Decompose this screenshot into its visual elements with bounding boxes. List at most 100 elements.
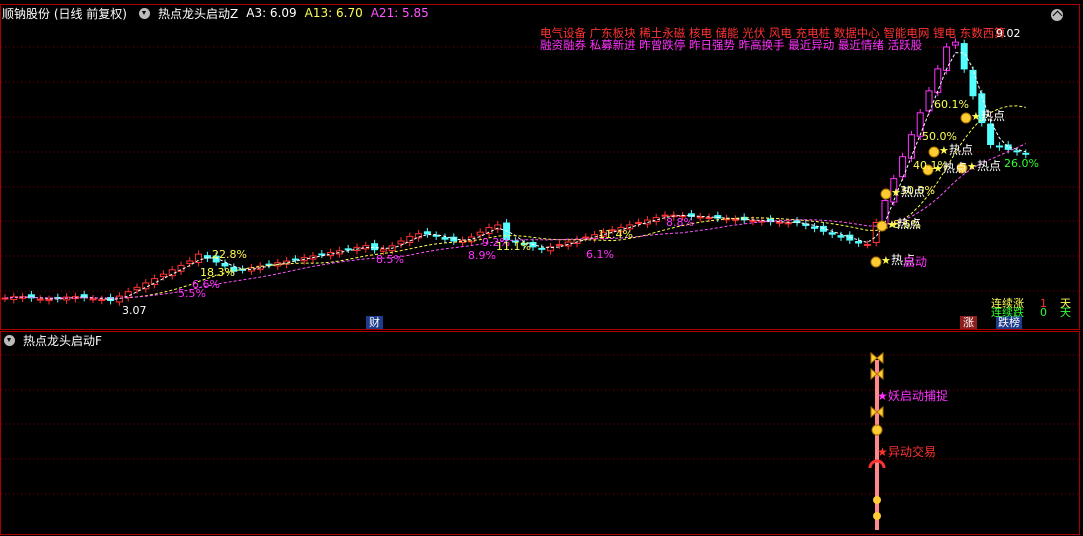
pct-label: 50.0% xyxy=(922,130,957,143)
start-label: 启动 xyxy=(903,255,928,269)
candle-body xyxy=(159,273,167,278)
hot-label: 热点 xyxy=(897,217,922,231)
ball-icon xyxy=(873,512,881,520)
candle-body xyxy=(635,222,643,224)
chevron-down-icon[interactable] xyxy=(4,334,15,346)
sub-indicator-title[interactable]: 热点龙头启动F xyxy=(23,332,102,349)
candle-body xyxy=(1013,150,1021,153)
candle-body xyxy=(1022,152,1030,155)
candle-body xyxy=(45,298,53,302)
candle-body xyxy=(995,145,1003,148)
candle-body xyxy=(441,237,449,240)
star-icon: ★ xyxy=(891,186,901,199)
candle-body xyxy=(987,123,995,146)
candle-body xyxy=(811,226,819,229)
coin-icon xyxy=(880,188,892,200)
pct-label: 6.1% xyxy=(586,248,614,261)
sub-chart-header: 热点龙头启动F xyxy=(0,331,102,349)
candle-body xyxy=(899,156,907,178)
coin-icon xyxy=(960,112,972,124)
hot-label: 热点 xyxy=(981,109,1006,123)
candle-body xyxy=(934,68,942,93)
ball-icon xyxy=(873,496,881,504)
chevron-down-icon[interactable] xyxy=(139,7,150,19)
candle-body xyxy=(89,298,97,301)
price-max-label: 9.02 xyxy=(996,27,1021,40)
pct-label: 11.4% xyxy=(598,228,633,241)
concept-tags-line2: 融资融券 私募新进 昨曾跌停 昨日强势 昨高换手 最近异动 最近情绪 活跃股 xyxy=(540,38,923,52)
candle-body xyxy=(731,218,739,221)
star-icon: ★ xyxy=(887,218,897,231)
candle-body xyxy=(291,258,299,261)
candle-body xyxy=(784,222,792,225)
candle-body xyxy=(344,248,352,251)
candle-body xyxy=(133,286,141,291)
streak-down-label: 连续跌 xyxy=(991,306,1024,319)
candle-body xyxy=(775,221,783,224)
streak-down-count: 0 xyxy=(1040,306,1047,319)
candle-body xyxy=(855,241,863,244)
streak-down-unit: 天 xyxy=(1060,306,1071,319)
badge-zhang[interactable]: 涨 xyxy=(960,316,977,329)
star-icon: ★ xyxy=(877,389,888,403)
candle-body xyxy=(98,299,106,302)
pct-label: 8.5% xyxy=(376,253,404,266)
candle-body xyxy=(943,46,951,71)
indicator-title[interactable]: 热点龙头启动Z xyxy=(158,5,238,22)
candle-body xyxy=(696,216,704,219)
pct-label: 11.1% xyxy=(496,240,531,253)
hot-label: 热点 xyxy=(949,143,974,157)
pct-label: 22.8% xyxy=(212,248,247,261)
star-icon: ★ xyxy=(877,445,888,459)
candle-body xyxy=(837,235,845,238)
ma13-line xyxy=(4,105,1026,299)
pct-label: 8.9% xyxy=(468,249,496,262)
ma-a3-readout: A3: 6.09 xyxy=(246,6,297,20)
main-chart-header: 顺钠股份 (日线 前复权) 热点龙头启动Z A3: 6.09 A13: 6.70… xyxy=(0,4,429,22)
candle-body xyxy=(828,232,836,235)
sub-panel-border xyxy=(0,331,1080,535)
candle-body xyxy=(555,243,563,246)
ma-a13-readout: A13: 6.70 xyxy=(304,6,363,20)
candle-body xyxy=(186,260,194,264)
candle-body xyxy=(951,41,959,46)
candle-body xyxy=(705,217,713,220)
hot-label: 热点 xyxy=(901,185,926,199)
coin-icon xyxy=(870,256,882,268)
pct-label: 8.8% xyxy=(666,216,694,229)
star-icon: ★ xyxy=(971,110,981,123)
hot-label: 热点 xyxy=(943,161,968,175)
candle-body xyxy=(476,231,484,236)
candle-body xyxy=(925,90,933,112)
candle-body xyxy=(538,247,546,250)
candle-body xyxy=(423,231,431,235)
candle-body xyxy=(371,243,379,251)
candle-body xyxy=(863,243,871,246)
candle-body xyxy=(397,240,405,245)
window-control-icon[interactable] xyxy=(1051,9,1063,21)
star-icon: ★ xyxy=(933,162,943,175)
coin-icon xyxy=(876,220,888,232)
stock-title: 顺钠股份 (日线 前复权) xyxy=(2,6,127,21)
sub-label-catch: 妖启动捕捉 xyxy=(888,389,949,403)
candle-body xyxy=(415,233,423,239)
ma21-line xyxy=(4,143,1027,299)
star-icon: ★ xyxy=(939,144,949,157)
ma-a21-readout: A21: 5.85 xyxy=(370,6,429,20)
star-icon: ★ xyxy=(881,254,891,267)
coin-icon xyxy=(928,146,940,158)
pct-label: 60.1% xyxy=(934,98,969,111)
sub-label-abnormal: 异动交易 xyxy=(888,445,937,459)
coin-icon xyxy=(871,424,883,436)
hot-label: 热点 xyxy=(977,159,1002,173)
candle-body xyxy=(907,134,915,159)
candle-body xyxy=(379,248,387,252)
price-min-label: 3.07 xyxy=(122,304,147,317)
badge-cai[interactable]: 财 xyxy=(366,316,383,329)
star-icon: ★ xyxy=(967,160,977,173)
candle-body xyxy=(318,253,326,256)
candle-body xyxy=(36,298,44,301)
candle-body xyxy=(749,219,757,222)
candle-body xyxy=(582,236,590,239)
pct-label: 26.0% xyxy=(1004,157,1039,170)
